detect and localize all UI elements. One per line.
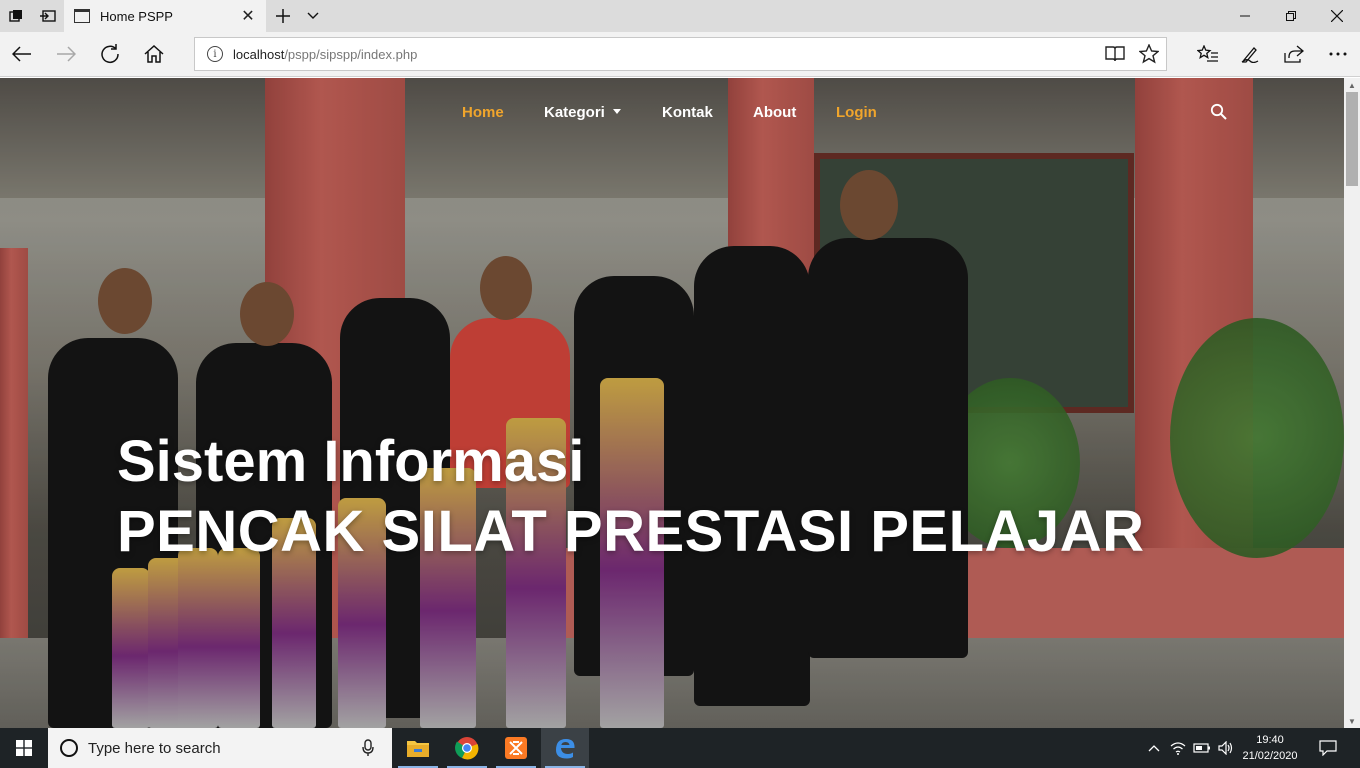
taskbar-search-placeholder: Type here to search	[88, 739, 221, 757]
forward-arrow-icon[interactable]	[44, 32, 88, 76]
caret-down-icon	[612, 109, 621, 114]
hero-overlay	[0, 78, 1344, 728]
refresh-icon[interactable]	[88, 32, 132, 76]
tab-preview-chevron-down-icon[interactable]	[298, 0, 328, 32]
address-url[interactable]: localhost/pspp/sipspp/index.php	[233, 47, 1098, 62]
tab-title: Home PSPP	[100, 8, 173, 24]
tab-home-pspp[interactable]: Home PSPP ✕	[64, 0, 266, 32]
back-arrow-icon[interactable]	[0, 32, 44, 76]
address-bar[interactable]: i localhost/pspp/sipspp/index.php	[194, 37, 1167, 71]
action-center-notification-icon[interactable]	[1308, 728, 1348, 768]
hero-title-line1: Sistem Informasi	[117, 429, 585, 494]
favorites-hub-icon[interactable]	[1186, 32, 1230, 76]
scroll-down-arrow-icon[interactable]: ▼	[1344, 714, 1360, 728]
windows-start-icon[interactable]	[0, 728, 48, 768]
url-path: /pspp/sipspp/index.php	[284, 46, 418, 62]
nav-kontak-link[interactable]: Kontak	[662, 104, 713, 121]
nav-about-link[interactable]: About	[753, 104, 796, 121]
hero-banner: Home Kategori Kontak About Login Sistem …	[0, 78, 1344, 728]
share-icon[interactable]	[1272, 32, 1316, 76]
tab-close-icon[interactable]: ✕	[236, 4, 260, 28]
show-hidden-icons-chevron-up-icon[interactable]	[1142, 728, 1166, 768]
web-note-pen-icon[interactable]	[1228, 32, 1272, 76]
taskbar-clock[interactable]: 19:40 21/02/2020	[1240, 732, 1300, 764]
page-viewport: Home Kategori Kontak About Login Sistem …	[0, 78, 1344, 728]
page-icon	[74, 9, 90, 23]
file-explorer-icon[interactable]	[394, 728, 442, 768]
page-scrollbar[interactable]: ▲ ▼	[1344, 78, 1360, 728]
home-icon[interactable]	[132, 32, 176, 76]
wifi-icon[interactable]	[1166, 728, 1190, 768]
site-navigation: Home Kategori Kontak About Login	[0, 78, 1344, 148]
battery-icon[interactable]	[1190, 728, 1214, 768]
microphone-icon[interactable]	[356, 736, 380, 760]
scroll-thumb[interactable]	[1346, 92, 1358, 186]
restore-icon[interactable]	[1268, 0, 1314, 32]
clock-time: 19:40	[1256, 734, 1284, 746]
site-info-icon[interactable]: i	[207, 46, 223, 62]
set-tabs-aside-icon[interactable]	[32, 0, 64, 32]
more-options-icon[interactable]	[1316, 32, 1360, 76]
url-host: localhost	[233, 46, 285, 62]
browser-toolbar: i localhost/pspp/sipspp/index.php	[0, 32, 1360, 77]
tabs-aside-icon[interactable]	[0, 0, 32, 32]
new-tab-icon[interactable]	[268, 0, 298, 32]
nav-kategori-dropdown[interactable]: Kategori	[544, 104, 621, 121]
site-search-icon[interactable]	[1210, 103, 1230, 123]
nav-home-link[interactable]: Home	[462, 104, 504, 121]
windows-taskbar: Type here to search 19:40 21/02/2020	[0, 728, 1360, 768]
nav-login-link[interactable]: Login	[836, 104, 877, 121]
minimize-icon[interactable]	[1222, 0, 1268, 32]
scroll-up-arrow-icon[interactable]: ▲	[1344, 78, 1360, 92]
chrome-icon[interactable]	[443, 728, 491, 768]
clock-date: 21/02/2020	[1242, 750, 1298, 762]
nav-kategori-label: Kategori	[544, 104, 605, 121]
reading-view-icon[interactable]	[1098, 38, 1132, 70]
cortana-icon	[60, 739, 78, 757]
taskbar-search-box[interactable]: Type here to search	[48, 728, 392, 768]
edge-icon[interactable]	[541, 728, 589, 768]
hero-heading: Sistem Informasi PENCAK SILAT PRESTASI P…	[117, 430, 1144, 570]
browser-tab-bar: Home PSPP ✕	[0, 0, 1360, 32]
volume-icon[interactable]	[1214, 728, 1238, 768]
hero-title-line2: PENCAK SILAT PRESTASI PELAJAR	[117, 499, 1145, 564]
close-window-icon[interactable]	[1314, 0, 1360, 32]
favorite-star-icon[interactable]	[1132, 38, 1166, 70]
xampp-icon[interactable]	[492, 728, 540, 768]
